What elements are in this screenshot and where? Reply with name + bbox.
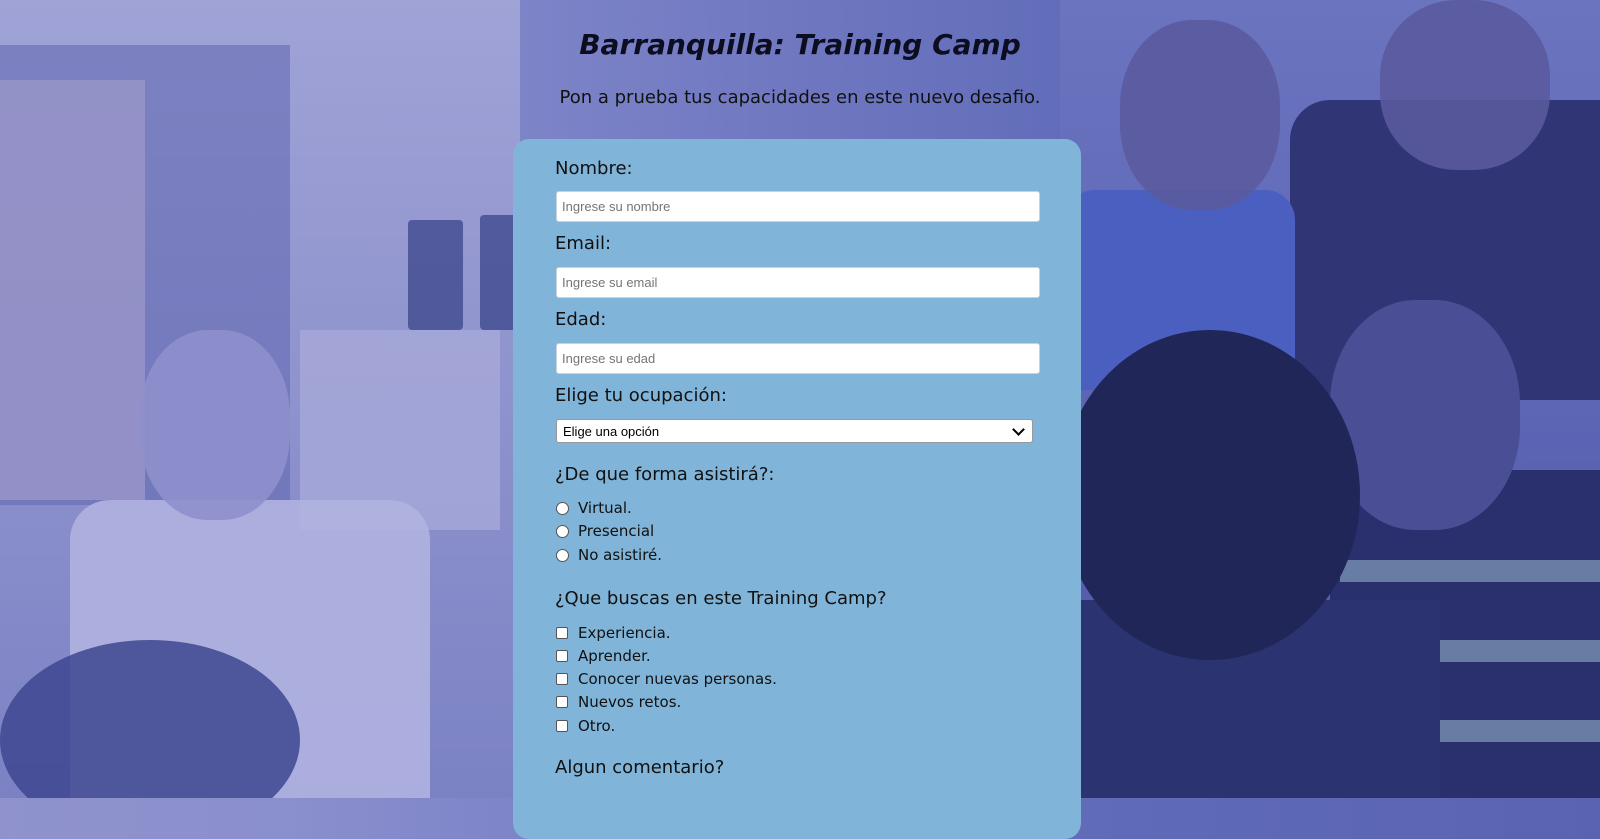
goal-option-otro[interactable]: Otro.	[556, 717, 615, 735]
checkbox[interactable]	[556, 627, 568, 639]
goal-option-retos[interactable]: Nuevos retos.	[556, 693, 681, 711]
attendance-label: ¿De que forma asistirá?:	[555, 464, 775, 485]
goals-label: ¿Que buscas en este Training Camp?	[555, 588, 887, 609]
checkbox[interactable]	[556, 673, 568, 685]
radio-button[interactable]	[556, 548, 569, 562]
goal-option-label: Conocer nuevas personas.	[578, 670, 777, 688]
checkbox[interactable]	[556, 720, 568, 732]
attendance-option-presencial[interactable]: Presencial	[556, 522, 654, 540]
goal-option-experiencia[interactable]: Experiencia.	[556, 624, 671, 642]
occupation-select[interactable]: Elige una opción	[556, 419, 1033, 443]
checkbox[interactable]	[556, 696, 568, 708]
attendance-option-no-asistire[interactable]: No asistiré.	[556, 546, 662, 564]
goal-option-label: Aprender.	[578, 647, 651, 665]
age-label: Edad:	[555, 309, 607, 330]
comment-label: Algun comentario?	[555, 757, 725, 778]
chevron-down-icon	[1012, 422, 1025, 436]
page-subtitle: Pon a prueba tus capacidades en este nue…	[559, 87, 1041, 108]
email-input[interactable]	[556, 267, 1040, 298]
goal-option-label: Otro.	[578, 717, 616, 735]
name-input[interactable]	[556, 191, 1040, 222]
occupation-label: Elige tu ocupación:	[555, 385, 727, 406]
attendance-option-label: No asistiré.	[578, 546, 663, 564]
goal-option-label: Nuevos retos.	[578, 693, 682, 711]
registration-form: Nombre: Email: Edad: Elige tu ocupación:…	[513, 139, 1081, 839]
radio-button[interactable]	[556, 501, 569, 515]
age-input[interactable]	[556, 343, 1040, 374]
goal-option-label: Experiencia.	[578, 624, 671, 642]
occupation-selected-value: Elige una opción	[563, 423, 660, 439]
page-title: Barranquilla: Training Camp	[579, 28, 1021, 61]
email-label: Email:	[555, 233, 612, 254]
name-label: Nombre:	[555, 158, 633, 179]
attendance-option-label: Virtual.	[578, 499, 632, 517]
radio-button[interactable]	[556, 524, 569, 538]
checkbox[interactable]	[556, 650, 568, 662]
goal-option-conocer[interactable]: Conocer nuevas personas.	[556, 670, 777, 688]
attendance-option-virtual[interactable]: Virtual.	[556, 499, 632, 517]
goal-option-aprender[interactable]: Aprender.	[556, 647, 651, 665]
attendance-option-label: Presencial	[578, 522, 655, 540]
